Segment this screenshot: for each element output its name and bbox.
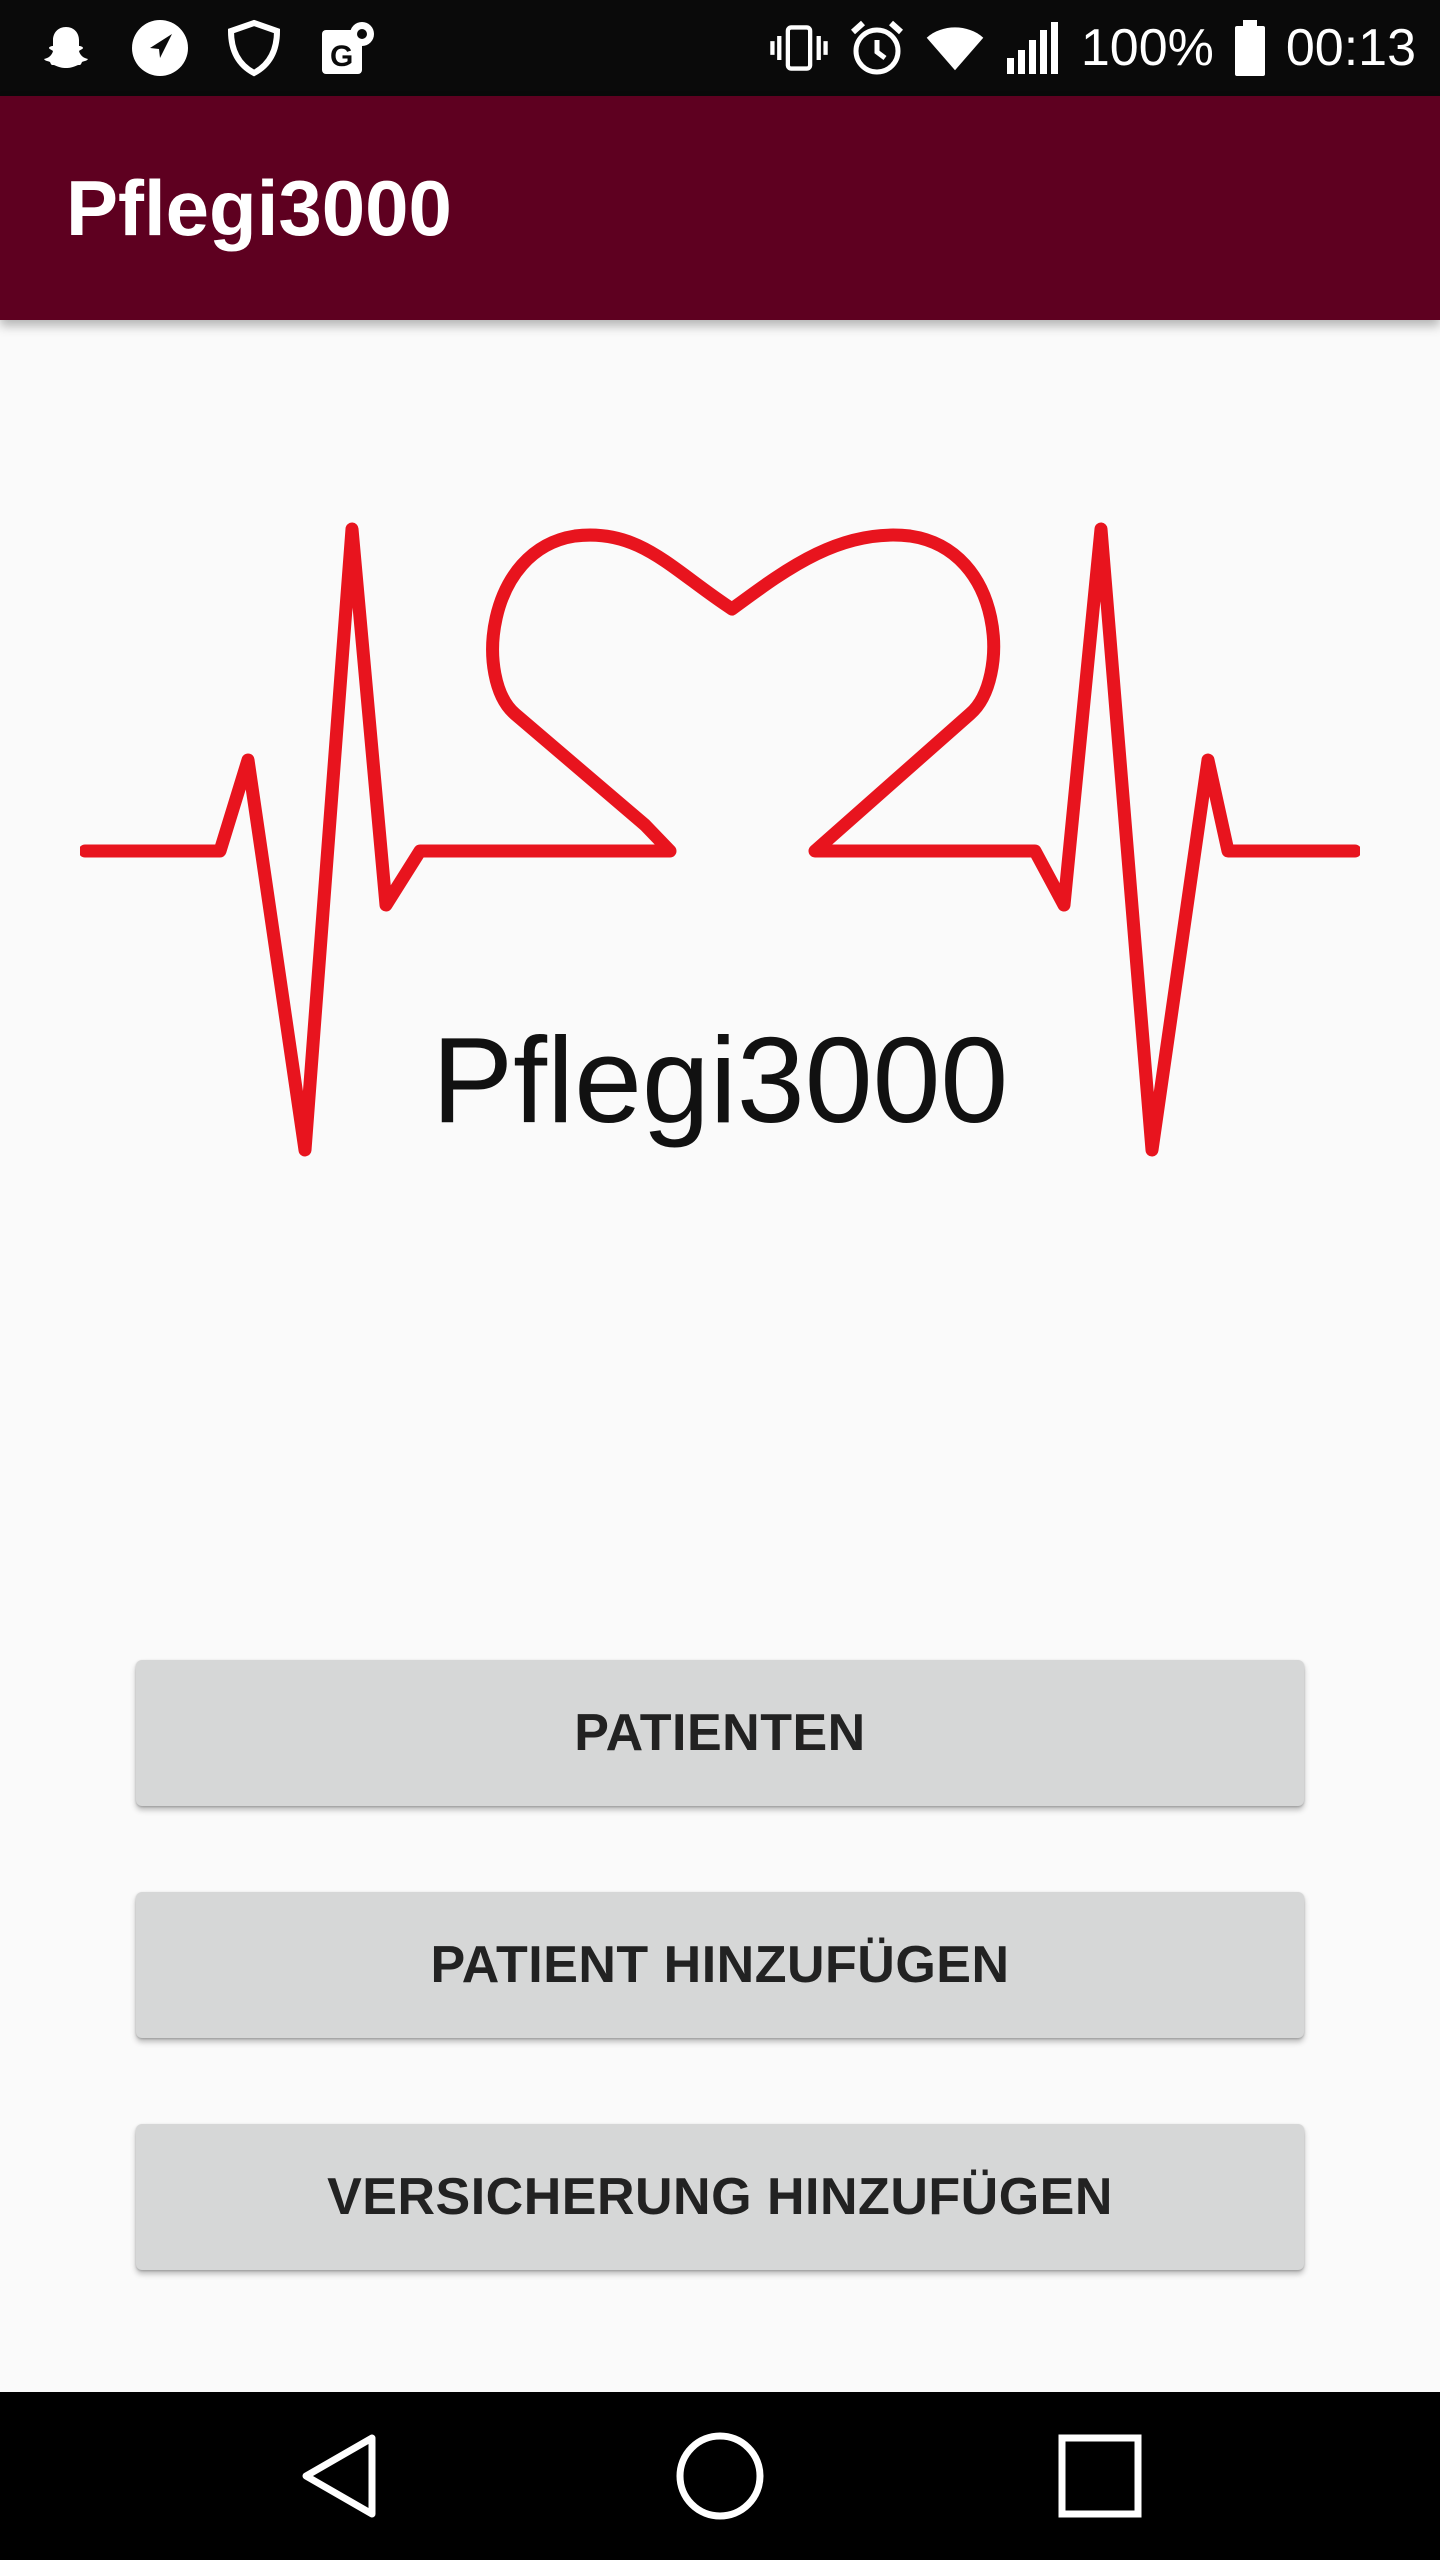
add-insurance-button[interactable]: VERSICHERUNG HINZUFÜGEN: [136, 2124, 1304, 2270]
battery-icon: [1232, 18, 1268, 78]
add-patient-button[interactable]: PATIENT HINZUFÜGEN: [136, 1892, 1304, 2038]
shield-icon: [224, 18, 284, 78]
alarm-icon: [847, 18, 907, 78]
navigation-bar: [0, 2392, 1440, 2560]
clock: 00:13: [1285, 19, 1416, 77]
vibrate-icon: [769, 18, 829, 78]
svg-text:G: G: [330, 40, 353, 73]
home-icon[interactable]: [660, 2416, 780, 2536]
maps-icon: G: [318, 18, 378, 78]
wifi-icon: [925, 18, 985, 78]
battery-percent: 100%: [1080, 19, 1214, 77]
logo-text: Pflegi3000: [431, 1012, 1009, 1148]
status-bar: G 100% 00:13: [0, 0, 1440, 96]
recents-icon[interactable]: [1040, 2416, 1160, 2536]
snapchat-icon: [36, 18, 96, 78]
patients-button[interactable]: PATIENTEN: [136, 1660, 1304, 1806]
signal-icon: [1003, 18, 1063, 78]
back-icon[interactable]: [280, 2416, 400, 2536]
navigation-icon: [130, 18, 190, 78]
app-title: Pflegi3000: [66, 164, 452, 252]
app-bar: Pflegi3000: [0, 96, 1440, 320]
